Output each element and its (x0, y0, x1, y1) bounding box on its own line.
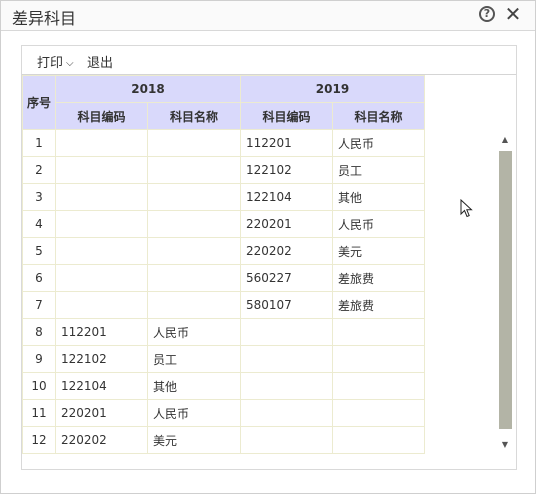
table-row[interactable]: 9 122102 员工 (22, 345, 425, 373)
cell-name-b (332, 399, 425, 427)
scrollbar-thumb[interactable] (499, 151, 512, 429)
grid-viewport: 序号 2018 2019 科目编码 科目名称 科目编码 科目名称 1 11220… (22, 74, 516, 457)
cell-name-a (147, 264, 241, 292)
cell-name-b: 人民币 (332, 129, 425, 157)
toolbar: 打印 ⌵ 退出 (22, 46, 516, 74)
cell-name-a: 人民币 (147, 399, 241, 427)
scroll-down-arrow-icon[interactable]: ▼ (498, 439, 512, 451)
cell-seq: 2 (22, 156, 56, 184)
cell-code-b: 220202 (240, 237, 333, 265)
exit-button[interactable]: 退出 (87, 52, 113, 71)
cell-code-b (240, 372, 333, 400)
print-menu-button[interactable]: 打印 ⌵ (37, 52, 74, 71)
cell-name-a: 美元 (147, 426, 241, 454)
cell-name-a (147, 129, 241, 157)
cell-name-b (332, 345, 425, 373)
cell-name-b: 人民币 (332, 210, 425, 238)
col-header-name-a[interactable]: 科目名称 (147, 102, 241, 130)
cell-code-a (55, 237, 148, 265)
table-row[interactable]: 7 580107 差旅费 (22, 291, 425, 319)
group-header-year-b: 2019 (240, 75, 425, 103)
content-panel: 打印 ⌵ 退出 序号 2018 2019 科目编码 科目名称 科目编码 科目名称… (21, 45, 517, 470)
cell-seq: 3 (22, 183, 56, 211)
cell-seq: 7 (22, 291, 56, 319)
cell-seq: 6 (22, 264, 56, 292)
table-row[interactable]: 5 220202 美元 (22, 237, 425, 265)
cell-code-a (55, 183, 148, 211)
cell-code-b: 122102 (240, 156, 333, 184)
table-row[interactable]: 11 220201 人民币 (22, 399, 425, 427)
cell-seq: 4 (22, 210, 56, 238)
cell-name-a: 其他 (147, 372, 241, 400)
cell-code-b (240, 426, 333, 454)
cell-code-a (55, 156, 148, 184)
table-row[interactable]: 10 122104 其他 (22, 372, 425, 400)
cell-code-a: 220201 (55, 399, 148, 427)
cell-code-b (240, 399, 333, 427)
cell-name-b: 差旅费 (332, 291, 425, 319)
cell-code-b: 122104 (240, 183, 333, 211)
dialog-title: 差异科目 (12, 9, 77, 28)
mouse-pointer-icon (460, 199, 473, 218)
cell-seq: 9 (22, 345, 56, 373)
cell-code-a: 220202 (55, 426, 148, 454)
cell-seq: 8 (22, 318, 56, 346)
cell-name-a (147, 291, 241, 319)
cell-name-a: 员工 (147, 345, 241, 373)
cell-code-a (55, 129, 148, 157)
dialog-window: 差异科目 ? ✕ 打印 ⌵ 退出 序号 2018 2019 科目编码 科目名称 … (0, 0, 536, 494)
help-icon[interactable]: ? (479, 6, 495, 22)
diff-table: 序号 2018 2019 科目编码 科目名称 科目编码 科目名称 1 11220… (22, 75, 425, 454)
table-row[interactable]: 6 560227 差旅费 (22, 264, 425, 292)
cell-code-b: 580107 (240, 291, 333, 319)
cell-seq: 1 (22, 129, 56, 157)
cell-code-b (240, 318, 333, 346)
cell-seq: 11 (22, 399, 56, 427)
cell-code-a: 122104 (55, 372, 148, 400)
cell-name-b (332, 318, 425, 346)
cell-code-a (55, 264, 148, 292)
print-label: 打印 (37, 56, 64, 71)
cell-name-b: 差旅费 (332, 264, 425, 292)
chevron-down-icon: ⌵ (66, 58, 74, 69)
cell-name-a (147, 237, 241, 265)
cell-seq: 10 (22, 372, 56, 400)
close-icon[interactable]: ✕ (503, 3, 523, 25)
table-row[interactable]: 4 220201 人民币 (22, 210, 425, 238)
cell-name-a (147, 183, 241, 211)
cell-name-b (332, 426, 425, 454)
cell-name-b: 员工 (332, 156, 425, 184)
cell-seq: 5 (22, 237, 56, 265)
cell-name-a: 人民币 (147, 318, 241, 346)
table-row[interactable]: 1 112201 人民币 (22, 129, 425, 157)
table-row[interactable]: 2 122102 员工 (22, 156, 425, 184)
cell-code-b: 220201 (240, 210, 333, 238)
cell-code-a: 122102 (55, 345, 148, 373)
group-header-year-a: 2018 (55, 75, 241, 103)
scroll-up-arrow-icon[interactable]: ▲ (498, 134, 512, 146)
cell-seq: 12 (22, 426, 56, 454)
vertical-scrollbar[interactable]: ▲ ▼ (498, 134, 512, 456)
table-body: 1 112201 人民币 2 122102 员工 3 122104 其他 4 2… (22, 129, 425, 454)
cell-name-b (332, 372, 425, 400)
cell-code-b: 112201 (240, 129, 333, 157)
col-header-seq[interactable]: 序号 (22, 75, 56, 130)
cell-name-a (147, 156, 241, 184)
col-header-code-b[interactable]: 科目编码 (240, 102, 333, 130)
table-row[interactable]: 12 220202 美元 (22, 426, 425, 454)
col-header-name-b[interactable]: 科目名称 (332, 102, 425, 130)
table-row[interactable]: 8 112201 人民币 (22, 318, 425, 346)
cell-code-a (55, 291, 148, 319)
cell-name-a (147, 210, 241, 238)
cell-name-b: 美元 (332, 237, 425, 265)
title-bar: 差异科目 ? ✕ (1, 1, 535, 31)
cell-name-b: 其他 (332, 183, 425, 211)
table-row[interactable]: 3 122104 其他 (22, 183, 425, 211)
cell-code-b (240, 345, 333, 373)
cell-code-a: 112201 (55, 318, 148, 346)
col-header-code-a[interactable]: 科目编码 (55, 102, 148, 130)
cell-code-a (55, 210, 148, 238)
cell-code-b: 560227 (240, 264, 333, 292)
